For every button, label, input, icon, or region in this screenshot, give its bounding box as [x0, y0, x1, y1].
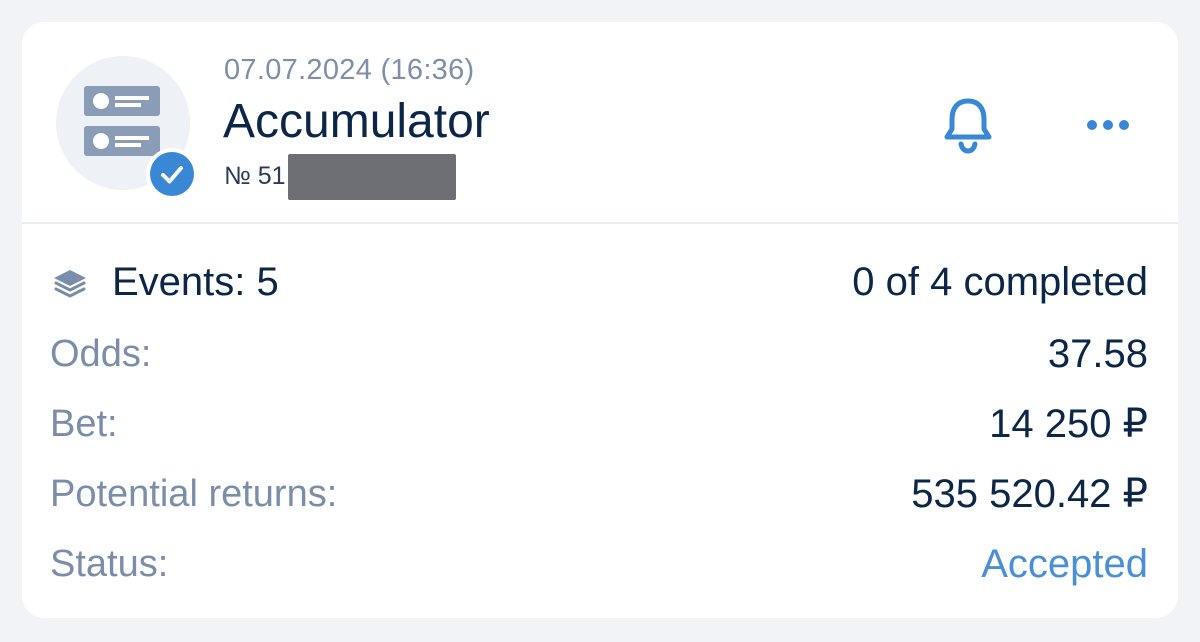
status-value: Accepted [981, 542, 1148, 586]
verified-badge [146, 148, 198, 200]
potential-returns-label: Potential returns: [50, 473, 338, 515]
bell-icon[interactable] [940, 95, 996, 155]
status-label: Status: [50, 543, 169, 585]
events-row[interactable]: Events: 5 0 of 4 completed [50, 252, 1148, 312]
bet-card-header: 07.07.2024 (16:36) Accumulator № 51 [22, 22, 1178, 222]
divider [22, 222, 1178, 224]
bet-number: № 51 [224, 162, 286, 190]
events-progress: 0 of 4 completed [852, 260, 1148, 304]
bet-label: Bet: [50, 403, 118, 445]
status-row: Status: Accepted [50, 534, 1148, 594]
odds-label: Odds: [50, 333, 152, 375]
bet-row: Bet: 14 250 ₽ [50, 394, 1148, 454]
potential-returns-value: 535 520.42 ₽ [911, 472, 1148, 516]
events-count: Events: 5 [112, 260, 279, 304]
more-dots-icon[interactable] [1082, 112, 1134, 138]
odds-value: 37.58 [1047, 332, 1148, 376]
odds-row: Odds: 37.58 [50, 324, 1148, 384]
check-icon [161, 166, 183, 184]
redacted-block [288, 154, 456, 200]
bet-type-title: Accumulator [223, 95, 490, 148]
bet-date: 07.07.2024 (16:36) [224, 54, 475, 86]
potential-returns-row: Potential returns: 535 520.42 ₽ [50, 464, 1148, 524]
layers-icon [54, 270, 86, 298]
bet-value: 14 250 ₽ [989, 402, 1148, 446]
bet-card[interactable]: 07.07.2024 (16:36) Accumulator № 51 Even… [22, 22, 1178, 618]
